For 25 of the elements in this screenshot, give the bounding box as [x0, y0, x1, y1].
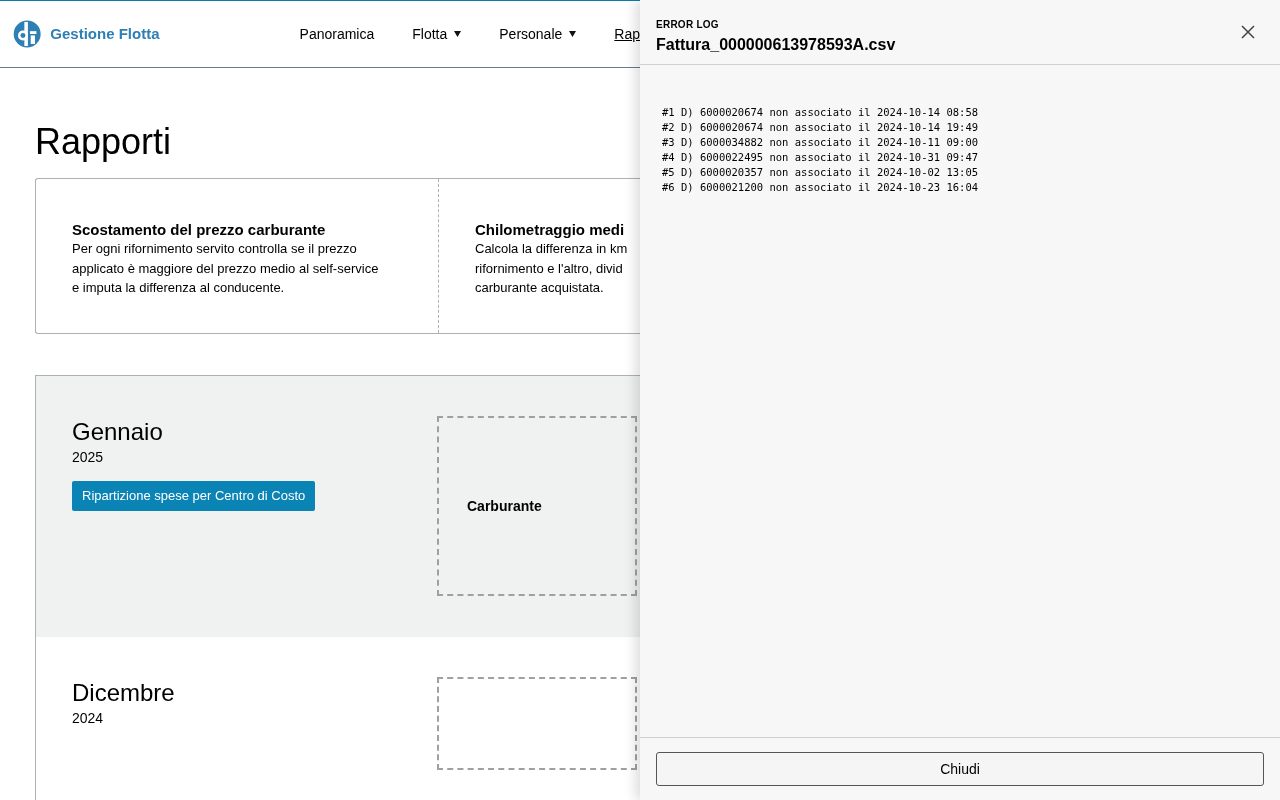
report-title[interactable]: Scostamento del prezzo carburante: [72, 220, 326, 239]
report-title[interactable]: Chilometraggio medi: [475, 220, 625, 239]
nav-link[interactable]: Personale: [499, 23, 577, 45]
tile-label: Carburante: [467, 496, 542, 516]
nav-link[interactable]: Rap: [614, 23, 640, 45]
caret-icon: [454, 31, 462, 37]
year-label: 2025: [72, 448, 104, 467]
nav-link[interactable]: Panoramica: [299, 23, 375, 45]
nav-link[interactable]: Flotta: [412, 23, 462, 45]
year-label: 2024: [72, 709, 104, 728]
report-description: Calcola la differenza in km rifornimento e l'altro, divid carburante acquistata.: [475, 240, 628, 297]
panel-eyebrow: ERROR LOG: [656, 19, 719, 31]
log-text: #1 D) 6000020674 non associato il 2024-10-14 08:58 #2 D) 6000020674 non associato il 2024-10-14 19:49 #3 D) 6000034882 non associato il 2024-10-11 09:00 #4 D) 6000022495 non associato il 2024-10-31 09:47 #5 D) 6000020357 non associato il 2024-10-02 13:05 #6 D) 6000021200 non associato il 2024-10-23 16:04: [661, 105, 980, 195]
close-icon: [1241, 25, 1255, 39]
app-name: Gestione Flotta: [50, 23, 160, 44]
caret-icon: [569, 31, 577, 37]
close-text-button[interactable]: Chiudi: [656, 752, 1264, 786]
month-name: Dicembre: [72, 678, 175, 708]
report-tile[interactable]: Carburante: [437, 416, 637, 596]
cost-center-button[interactable]: Ripartizione spese per Centro di Costo: [72, 481, 316, 511]
month-name: Gennaio: [72, 417, 163, 447]
panel-title: Fattura_000000613978593A.csv: [656, 35, 896, 55]
report-description: Per ogni rifornimento servito controlla se il prezzo applicato è maggiore del prezzo medio al self-service e imputa la differenza al conducente.: [72, 240, 379, 297]
page-title: Rapporti: [35, 120, 172, 164]
report-tile[interactable]: [437, 677, 637, 770]
